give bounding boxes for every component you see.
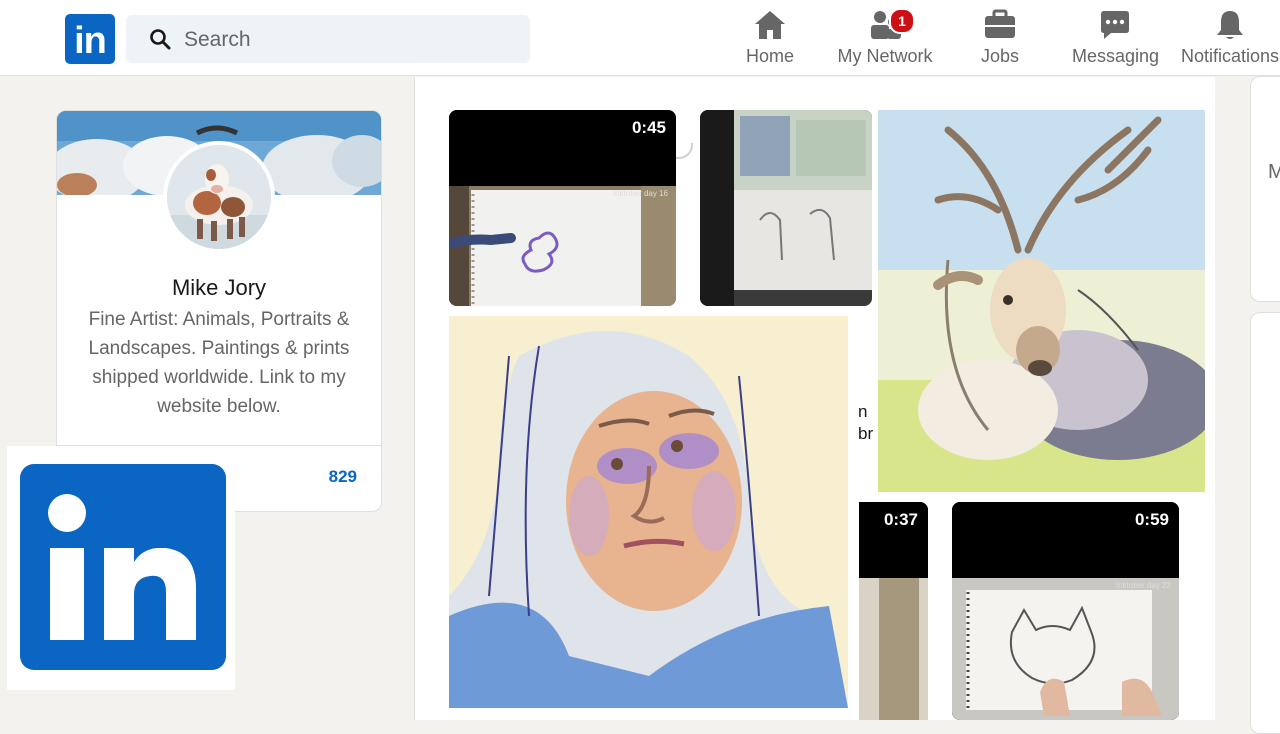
post-caption-fragment: br: [858, 424, 874, 443]
nav-home[interactable]: Home: [740, 8, 800, 72]
profile-headline: Fine Artist: Animals, Portraits & Landsc…: [88, 309, 350, 417]
briefcase-icon: [985, 9, 1015, 38]
nav-messaging-label: Messaging: [1072, 46, 1160, 66]
profile-stat-value[interactable]: 829: [329, 467, 357, 487]
notification-badge: 1: [889, 8, 915, 34]
reindeer-painting[interactable]: [878, 110, 1205, 492]
video-overlay-label: Inktober day 22: [1116, 581, 1172, 590]
video-duration: 0:45: [631, 118, 666, 137]
nav-messaging[interactable]: Messaging: [1072, 8, 1160, 72]
nav-jobs[interactable]: Jobs: [975, 8, 1025, 72]
nav-home-label: Home: [745, 46, 794, 66]
home-icon: [755, 11, 785, 39]
profile-name[interactable]: Mike Jory: [57, 275, 381, 301]
video-overlay-label: Inktober day 16: [613, 189, 669, 198]
search-input[interactable]: [182, 23, 516, 57]
right-sidebar-card: M: [1250, 76, 1280, 302]
reindeer-artwork: [878, 110, 1205, 492]
video-duration: 0:37: [883, 510, 918, 529]
portrait-painting[interactable]: [449, 316, 848, 708]
search-box[interactable]: [126, 15, 530, 63]
video-tile[interactable]: 0:37: [859, 502, 928, 720]
right-card-text-fragment: M: [1268, 161, 1280, 183]
video-tile[interactable]: Inktober day 22 0:59: [952, 502, 1179, 720]
bell-icon: [1217, 11, 1243, 39]
nav-notifications-label: Notifications: [1181, 46, 1280, 66]
top-navigation-bar: in Home 1 My Network Jobs: [0, 0, 1280, 76]
sketchbook-photo: [700, 110, 872, 306]
nav-jobs-label: Jobs: [980, 46, 1020, 66]
post-caption-fragment: n: [858, 402, 868, 421]
avatar-cow-painting: [167, 145, 271, 249]
video-thumbnail: [859, 502, 928, 720]
video-thumbnail-sketch: Inktober day 16: [449, 110, 676, 306]
profile-avatar[interactable]: [163, 141, 275, 253]
nav-my-network[interactable]: 1 My Network: [834, 8, 936, 72]
linkedin-large-icon: [20, 464, 226, 670]
video-duration: 0:59: [1134, 510, 1169, 529]
nav-notifications[interactable]: Notifications: [1181, 8, 1279, 72]
chat-icon: [1101, 11, 1129, 39]
linkedin-logo[interactable]: in: [65, 14, 115, 64]
search-icon: [150, 29, 171, 50]
linkedin-logo-overlay: [7, 446, 235, 690]
nav-my-network-label: My Network: [837, 46, 933, 66]
right-sidebar-card: [1250, 312, 1280, 734]
video-tile[interactable]: Inktober day 16 0:45: [449, 110, 676, 306]
portrait-artwork: [449, 316, 848, 708]
image-tile[interactable]: [700, 110, 872, 306]
video-thumbnail-wolf-sketch: Inktober day 22: [952, 502, 1179, 720]
